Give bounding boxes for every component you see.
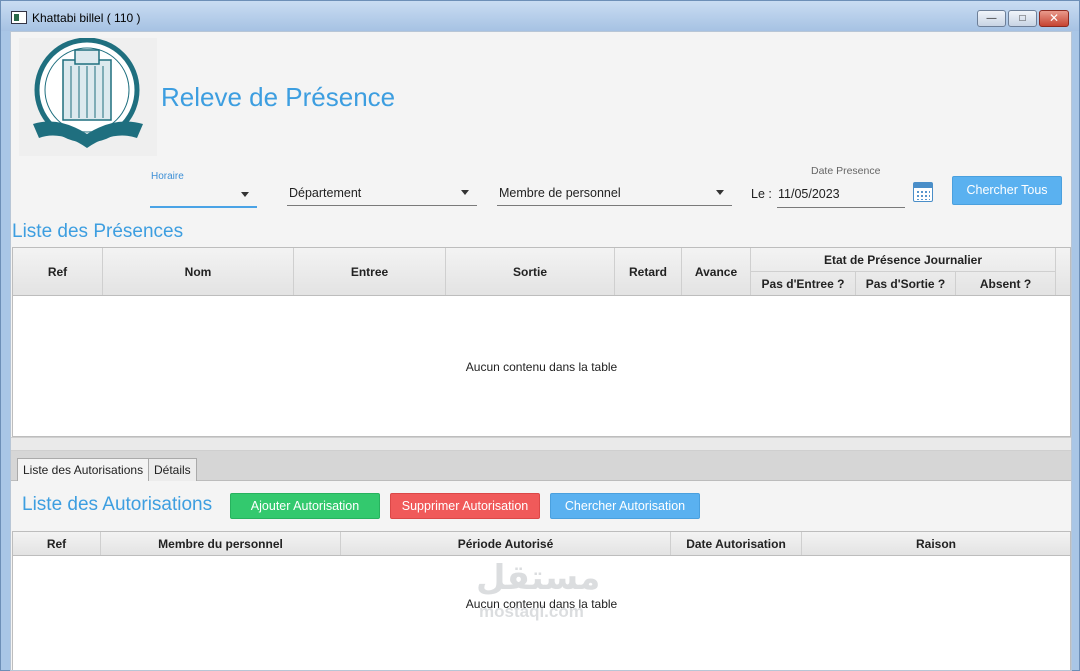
col-ref[interactable]: Ref — [13, 532, 101, 555]
close-button[interactable]: ✕ — [1039, 10, 1069, 27]
search-autorisation-button[interactable]: Chercher Autorisation — [550, 493, 700, 519]
chevron-down-icon — [461, 190, 469, 195]
tab-details[interactable]: Détails — [148, 458, 197, 481]
col-absent[interactable]: Absent ? — [956, 272, 1056, 295]
presences-title: Liste des Présences — [12, 221, 184, 242]
delete-autorisation-button[interactable]: Supprimer Autorisation — [390, 493, 540, 519]
col-entree[interactable]: Entree — [294, 248, 446, 295]
autorisations-title: Liste des Autorisations — [22, 494, 213, 515]
le-label: Le : — [751, 187, 772, 201]
add-autorisation-button[interactable]: Ajouter Autorisation — [230, 493, 380, 519]
autorisations-table-header: Ref Membre du personnel Période Autorisé… — [13, 532, 1070, 556]
presences-empty-message: Aucun contenu dans la table — [465, 360, 618, 374]
presences-table-header: Ref Nom Entree Sortie Retard Avance Etat… — [13, 248, 1070, 296]
mostaql-watermark: مستقل mostaql.com — [476, 558, 601, 621]
col-pas-sortie[interactable]: Pas d'Sortie ? — [856, 272, 956, 295]
split-pane-divider[interactable] — [11, 437, 1071, 451]
presences-table: Ref Nom Entree Sortie Retard Avance Etat… — [12, 247, 1071, 437]
col-raison[interactable]: Raison — [802, 532, 1070, 555]
membre-select[interactable]: Membre de personnel — [497, 180, 732, 206]
col-avance[interactable]: Avance — [682, 248, 751, 295]
page-title: Releve de Présence — [161, 82, 396, 112]
app-window: Khattabi billel ( 110 ) — □ ✕ Releve de … — [0, 0, 1080, 671]
col-periode[interactable]: Période Autorisé — [341, 532, 671, 555]
title-bar: Khattabi billel ( 110 ) — □ ✕ — [1, 1, 1079, 31]
date-input[interactable]: 11/05/2023 — [777, 180, 905, 208]
maximize-button[interactable]: □ — [1008, 10, 1037, 27]
window-title: Khattabi billel ( 110 ) — [32, 11, 141, 25]
chevron-down-icon — [716, 190, 724, 195]
departement-select[interactable]: Département — [287, 180, 477, 206]
tab-bar: Liste des Autorisations Détails — [11, 451, 1071, 482]
col-sortie[interactable]: Sortie — [446, 248, 615, 295]
minimize-button[interactable]: — — [977, 10, 1006, 27]
col-retard[interactable]: Retard — [615, 248, 682, 295]
col-pas-entree[interactable]: Pas d'Entree ? — [751, 272, 856, 295]
app-icon — [11, 11, 27, 24]
tab-autorisations[interactable]: Liste des Autorisations — [17, 458, 150, 482]
col-date-autorisation[interactable]: Date Autorisation — [671, 532, 802, 555]
col-group-etat: Etat de Présence Journalier — [751, 248, 1056, 272]
chevron-down-icon — [241, 192, 249, 197]
col-nom[interactable]: Nom — [103, 248, 294, 295]
col-membre[interactable]: Membre du personnel — [101, 532, 341, 555]
horaire-select[interactable] — [150, 182, 257, 208]
date-label: Date Presence — [811, 165, 881, 177]
university-logo — [19, 38, 157, 156]
horaire-label: Horaire — [151, 171, 184, 182]
search-all-button[interactable]: Chercher Tous — [952, 176, 1062, 205]
calendar-icon[interactable] — [913, 182, 933, 202]
col-ref[interactable]: Ref — [13, 248, 103, 295]
